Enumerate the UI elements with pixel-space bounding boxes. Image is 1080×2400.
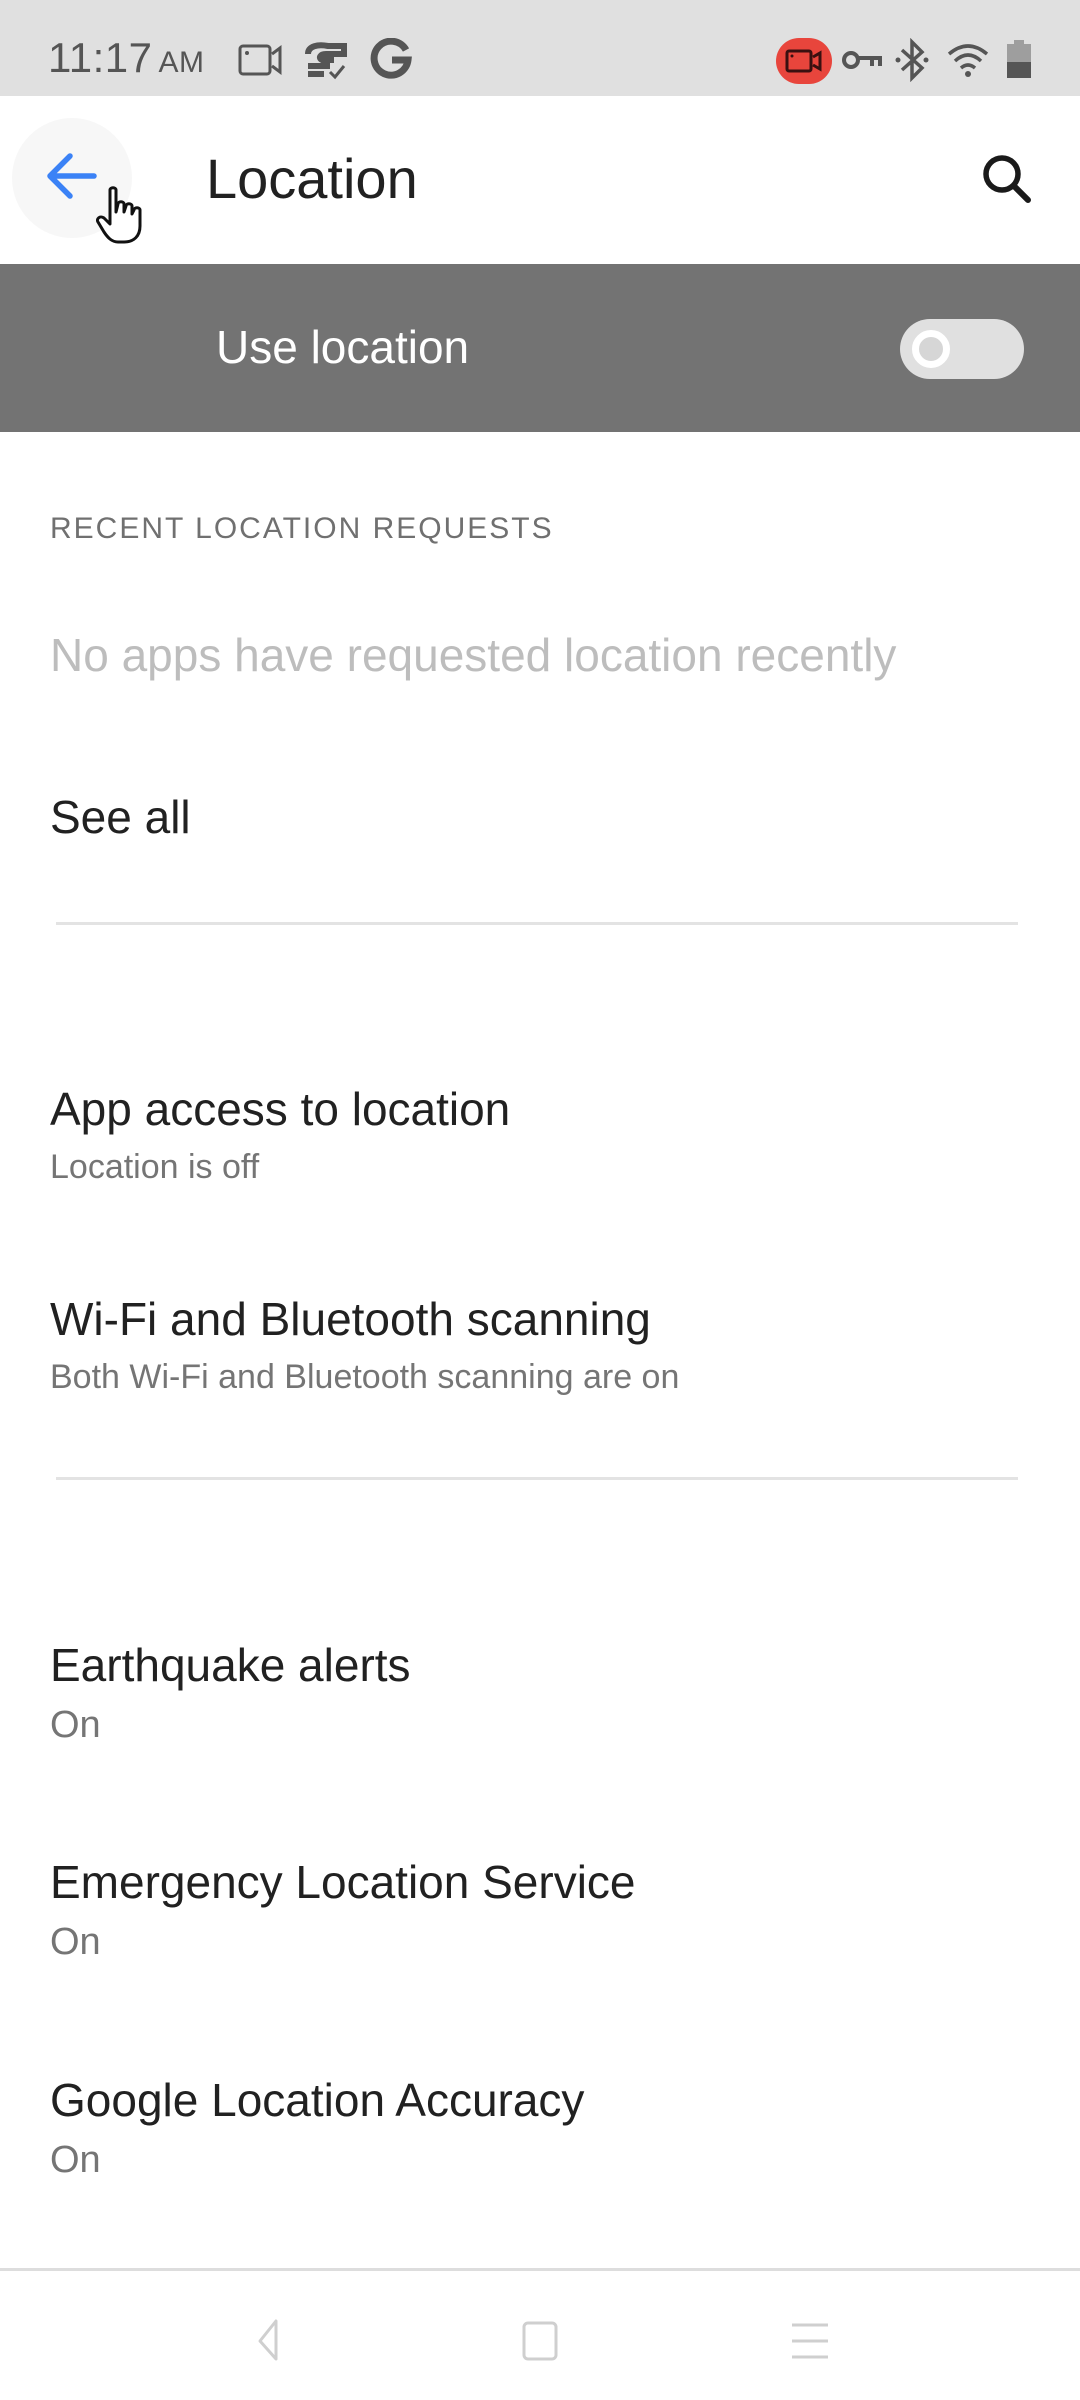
pref-title: Earthquake alerts bbox=[50, 1639, 411, 1691]
clock-time: 11:17 bbox=[48, 34, 153, 81]
pref-earthquake-alerts[interactable]: Earthquake alerts On bbox=[0, 1638, 1080, 1788]
pref-title: Google Location Accuracy bbox=[50, 2074, 585, 2126]
use-location-switch[interactable] bbox=[900, 319, 1024, 379]
page-title: Location bbox=[206, 147, 418, 210]
nav-menu-button[interactable] bbox=[770, 2301, 850, 2381]
pref-summary: On bbox=[50, 1704, 101, 1746]
divider bbox=[56, 1477, 1018, 1480]
nav-menu-icon bbox=[792, 2323, 828, 2359]
bluetooth-icon bbox=[894, 37, 930, 87]
clock-ampm: AM bbox=[158, 46, 205, 79]
search-icon bbox=[983, 155, 1031, 203]
status-time: 11:17 AM bbox=[48, 34, 205, 82]
divider bbox=[56, 922, 1018, 925]
nav-home-icon bbox=[522, 2321, 558, 2361]
recording-active-icon bbox=[785, 49, 822, 73]
hand-cursor-icon bbox=[96, 186, 148, 251]
status-bar: 11:17 AM bbox=[0, 0, 1080, 96]
pref-title: App access to location bbox=[50, 1083, 511, 1135]
pref-summary: Location is off bbox=[50, 1148, 260, 1186]
pref-wifi-bluetooth-scanning[interactable]: Wi-Fi and Bluetooth scanning Both Wi-Fi … bbox=[0, 1292, 1080, 1442]
pref-emergency-location-service[interactable]: Emergency Location Service On bbox=[0, 1855, 1080, 2005]
see-all-label: See all bbox=[50, 791, 191, 843]
section-header-recent-requests: RECENT LOCATION REQUESTS bbox=[50, 512, 554, 545]
vpn-key-icon bbox=[842, 48, 882, 77]
see-all-item[interactable]: See all bbox=[0, 760, 1080, 872]
switch-thumb bbox=[912, 330, 950, 368]
arrow-back-icon bbox=[47, 153, 97, 199]
screen-record-icon bbox=[238, 42, 284, 83]
navigation-bar bbox=[0, 2268, 1080, 2400]
pref-title: Wi-Fi and Bluetooth scanning bbox=[50, 1293, 651, 1345]
battery-icon bbox=[1006, 40, 1032, 85]
nav-back-button[interactable] bbox=[226, 2301, 306, 2381]
pref-google-location-accuracy[interactable]: Google Location Accuracy On bbox=[0, 2073, 1080, 2223]
nav-home-button[interactable] bbox=[500, 2301, 580, 2381]
pref-summary: Both Wi-Fi and Bluetooth scanning are on bbox=[50, 1358, 680, 1396]
use-location-bar[interactable]: Use location bbox=[0, 264, 1080, 432]
pref-title: Emergency Location Service bbox=[50, 1856, 636, 1908]
pref-summary: On bbox=[50, 1921, 101, 1963]
pref-app-access-to-location[interactable]: App access to location Location is off bbox=[0, 1082, 1080, 1232]
google-icon bbox=[370, 37, 412, 85]
search-button[interactable] bbox=[966, 138, 1050, 222]
recording-active-indicator bbox=[776, 38, 832, 84]
pref-summary: On bbox=[50, 2139, 101, 2181]
no-recent-requests-text: No apps have requested location recently bbox=[50, 629, 897, 681]
sync-check-icon bbox=[304, 40, 348, 85]
wifi-icon bbox=[946, 40, 990, 85]
nav-back-icon bbox=[258, 2319, 278, 2361]
app-bar: Location bbox=[0, 96, 1080, 264]
use-location-label: Use location bbox=[216, 321, 470, 373]
